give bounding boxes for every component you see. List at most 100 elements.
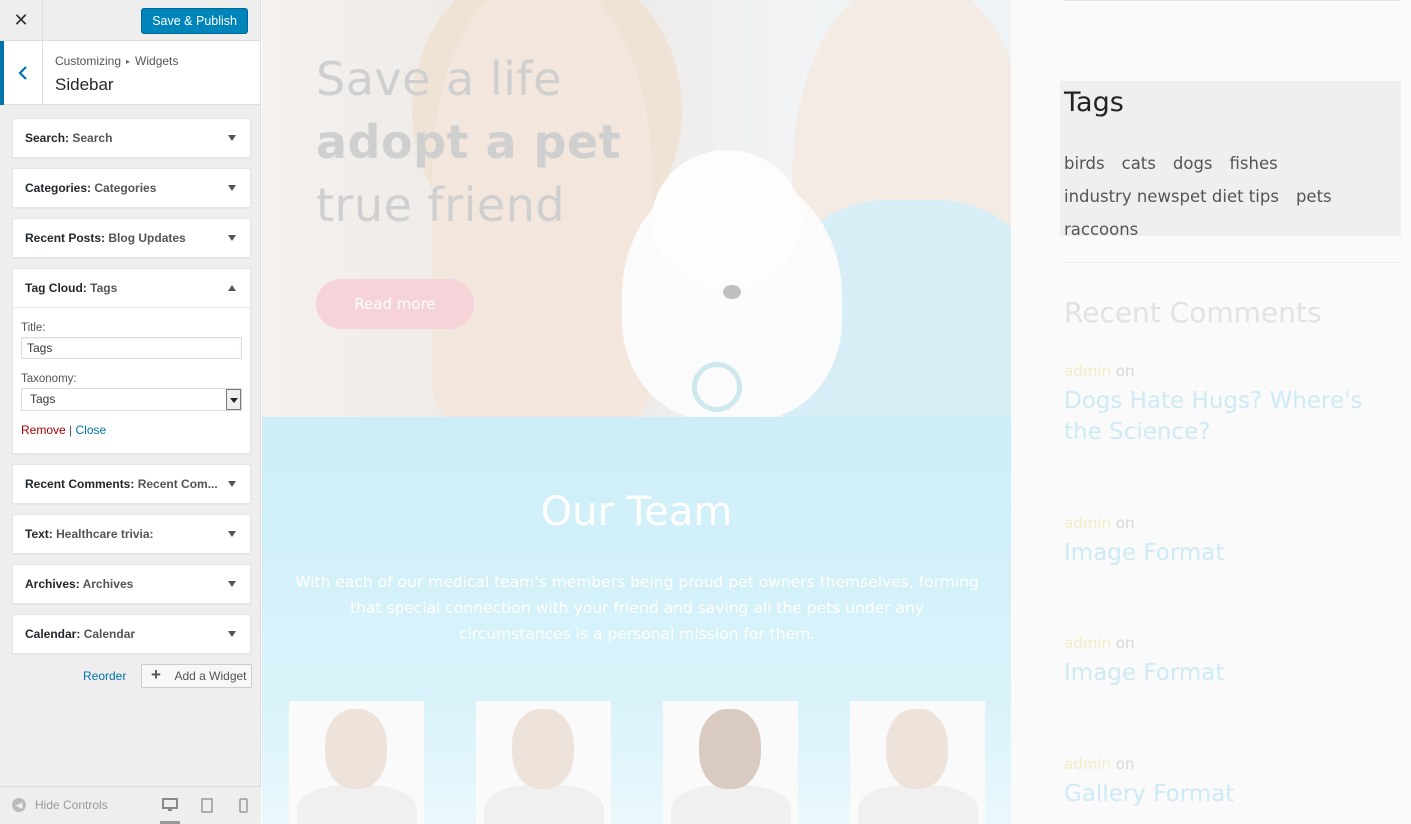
chevron-left-icon [18,66,27,80]
team-member-photo[interactable] [476,701,611,824]
comment-author[interactable]: admin [1064,362,1111,380]
comment-author[interactable]: admin [1064,514,1111,532]
widget-categories[interactable]: Categories: Categories [12,168,251,208]
comment-post-link[interactable]: Gallery Format [1064,779,1404,810]
widget-header[interactable]: Categories: Categories [13,169,250,207]
close-customizer-button[interactable]: ✕ [0,0,43,41]
widget-header[interactable]: Archives: Archives [13,565,250,603]
preview-tablet-button[interactable] [197,795,217,817]
widget-form: Title: Taxonomy: Tags Remove | Close [13,307,250,453]
widget-recent-comments[interactable]: Recent Comments: Recent Com... [12,464,251,504]
collapse-arrow-icon[interactable] [228,285,236,291]
widget-type: Calendar [25,627,77,641]
desktop-icon [162,798,178,811]
expand-arrow-icon[interactable] [228,235,236,241]
preview-mobile-button[interactable] [233,795,253,817]
widget-header[interactable]: Tag Cloud: Tags [13,269,250,307]
tag-link[interactable]: pets [1296,180,1332,213]
tag-link[interactable]: dogs [1173,147,1213,180]
widget-text[interactable]: Text: Healthcare trivia: [12,514,251,554]
comment-author[interactable]: admin [1064,634,1111,652]
breadcrumb-separator-icon: ▸ [126,57,131,66]
read-more-button[interactable]: Read more [316,279,474,329]
hide-controls-button[interactable]: ◀ Hide Controls [12,798,108,812]
comment-post-link[interactable]: Dogs Hate Hugs? Where's the Science? [1064,386,1404,448]
expand-arrow-icon[interactable] [228,135,236,141]
customizer-header: ✕ Save & Publish [0,0,260,41]
comment-on: on [1115,755,1135,773]
dropdown-arrow-icon[interactable] [226,389,241,410]
widget-type: Tag Cloud [25,281,83,295]
breadcrumb: Customizing ▸ Widgets [55,54,178,68]
comment-post-link[interactable]: Image Format [1064,538,1404,569]
back-button[interactable] [0,41,43,105]
widget-type: Search [25,131,66,145]
preview-desktop-button[interactable] [160,795,180,824]
widget-title: Healthcare trivia: [56,527,154,541]
widget-type: Recent Comments [25,477,131,491]
widget-tag-cloud[interactable]: Tag Cloud: Tags Title: Taxonomy: Tags Re… [12,268,251,454]
taxonomy-select[interactable]: Tags [21,388,242,411]
title-label: Title: [21,322,46,334]
comment-author[interactable]: admin [1064,755,1111,773]
tag-link[interactable]: cats [1122,147,1156,180]
recent-comments-title: Recent Comments [1064,296,1322,329]
add-widget-label: Add a Widget [174,669,247,683]
comment-post-link[interactable]: Image Format [1064,658,1404,689]
tablet-icon [201,798,213,813]
widget-title: Blog Updates [108,231,186,245]
remove-link[interactable]: Remove [21,423,66,437]
comment-on: on [1115,514,1135,532]
tags-widget: Tags birds cats dogs fishesindustry newspet… [1060,81,1401,239]
tag-link[interactable]: fishes [1230,147,1278,180]
tag-link[interactable]: pet diet tips [1180,180,1279,213]
team-member-photo[interactable] [850,701,985,824]
widget-type: Text [25,527,49,541]
widget-header[interactable]: Text: Healthcare trivia: [13,515,250,553]
widget-title: Categories [94,181,157,195]
widget-header[interactable]: Recent Comments: Recent Com... [13,465,250,503]
expand-arrow-icon[interactable] [228,581,236,587]
hero-image-dog-head [652,150,802,290]
comment-item: admin on Image Format [1064,514,1404,569]
expand-arrow-icon[interactable] [228,531,236,537]
divider [1063,262,1401,263]
hero-headline-1: Save a life [316,52,562,106]
title-input[interactable] [21,337,242,359]
section-title: Sidebar [55,75,114,94]
mobile-icon [238,798,248,813]
tag-link[interactable]: raccoons [1064,213,1138,246]
widget-header[interactable]: Calendar: Calendar [13,615,250,653]
tag-link[interactable]: industry news [1064,180,1180,213]
customizer-footer: ◀ Hide Controls [0,786,261,824]
plus-icon: + [151,665,161,684]
widget-calendar[interactable]: Calendar: Calendar [12,614,251,654]
expand-arrow-icon[interactable] [228,481,236,487]
hero-section: Save a life adopt a pet true friend Read… [262,0,1011,417]
taxonomy-value: Tags [30,392,56,406]
widget-recent-posts[interactable]: Recent Posts: Blog Updates [12,218,251,258]
breadcrumb-parent: Widgets [135,54,179,68]
hero-headline-3: true friend [316,178,566,232]
tag-link[interactable]: birds [1064,147,1105,180]
tags-widget-title: Tags [1064,87,1124,118]
widget-title: Tags [90,281,118,295]
widget-header[interactable]: Search: Search [13,119,250,157]
widget-archives[interactable]: Archives: Archives [12,564,251,604]
widget-search[interactable]: Search: Search [12,118,251,158]
close-link[interactable]: Close [76,423,107,437]
team-member-photo[interactable] [289,701,424,824]
team-member-photo[interactable] [663,701,798,824]
reorder-link[interactable]: Reorder [83,669,126,683]
save-publish-button[interactable]: Save & Publish [141,8,248,34]
add-widget-button[interactable]: + Add a Widget [141,664,252,688]
expand-arrow-icon[interactable] [228,631,236,637]
taxonomy-label: Taxonomy: [21,373,77,385]
widget-header[interactable]: Recent Posts: Blog Updates [13,219,250,257]
site-preview: Save a life adopt a pet true friend Read… [261,0,1411,824]
widget-type: Recent Posts [25,231,102,245]
expand-arrow-icon[interactable] [228,185,236,191]
comment-item: admin on Gallery Format [1064,755,1404,810]
comment-on: on [1115,362,1135,380]
team-description: With each of our medical team's members … [295,573,979,643]
